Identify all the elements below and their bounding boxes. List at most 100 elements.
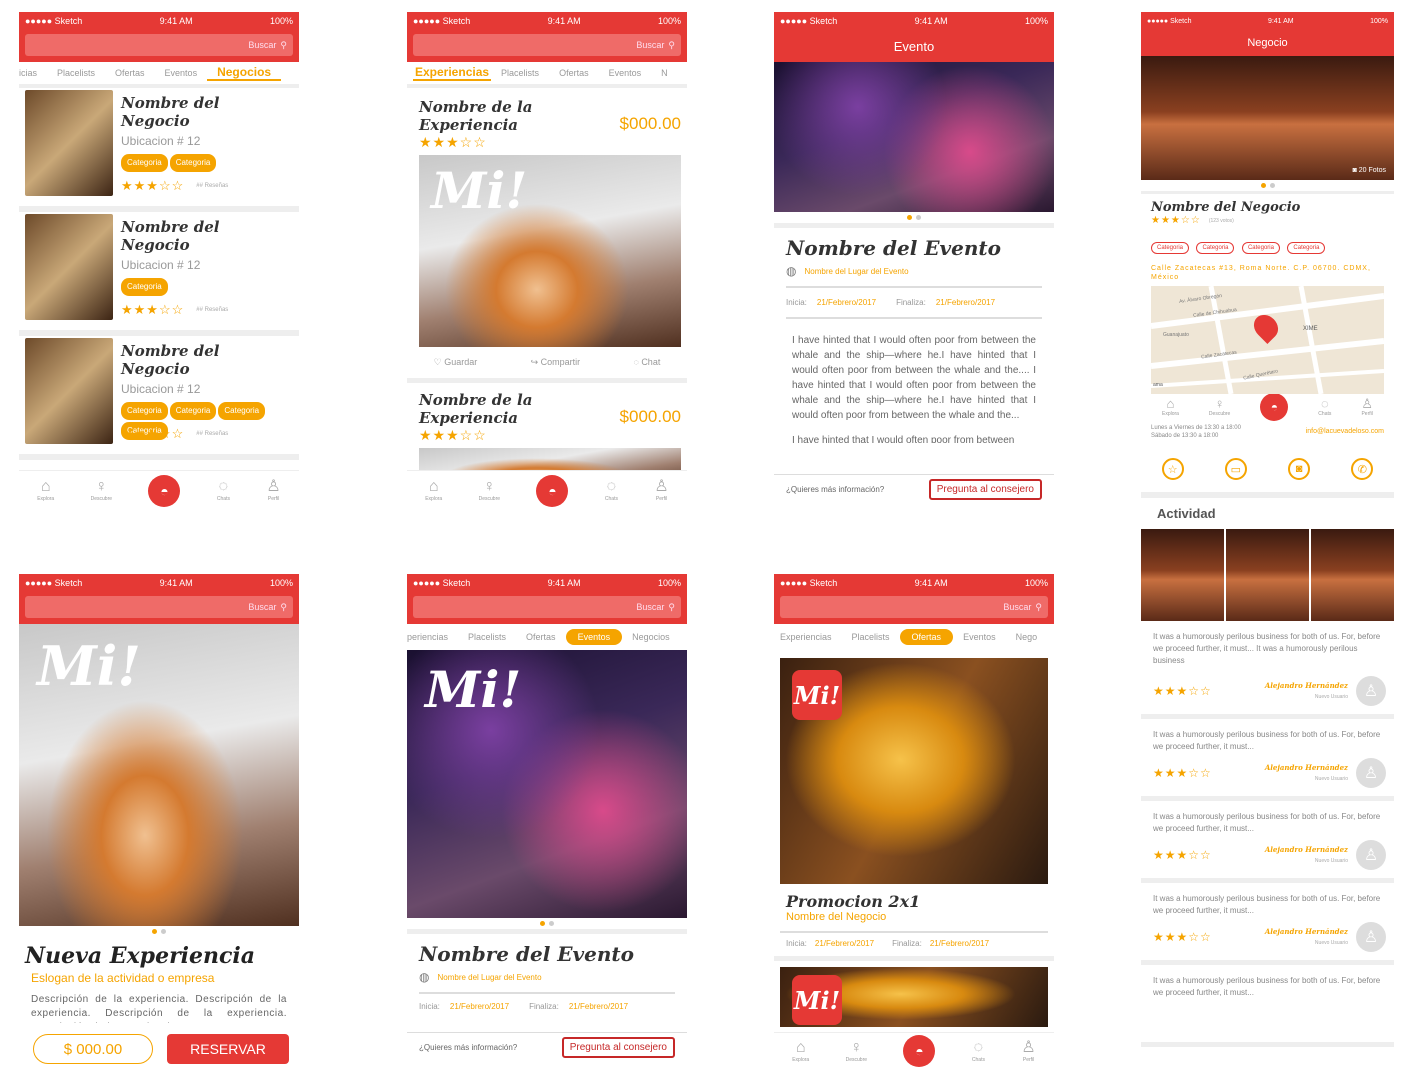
- tab-placelists[interactable]: Placelists: [47, 68, 105, 78]
- tab-negocios[interactable]: Negocios: [622, 632, 680, 642]
- search-input[interactable]: Buscar ⚲: [413, 596, 681, 618]
- lightbulb-icon: ♀: [95, 478, 108, 495]
- tab-negocios[interactable]: Negocios: [207, 65, 282, 81]
- activity-photo[interactable]: [1311, 529, 1394, 621]
- phone-icon[interactable]: ✆: [1351, 458, 1374, 480]
- review-author[interactable]: Alejandro Hernández: [1265, 681, 1348, 690]
- reserve-button[interactable]: RESERVAR: [167, 1034, 289, 1064]
- business-row[interactable]: Nombre del Negocio Ubicacion # 12 Categori…: [19, 88, 299, 212]
- star-icon[interactable]: ☆: [1161, 458, 1184, 480]
- carousel-dots[interactable]: [407, 918, 687, 929]
- offer-card[interactable]: Mi!: [774, 961, 1054, 1027]
- tab-eventos[interactable]: Eventos: [565, 629, 623, 645]
- category-tag[interactable]: Categoria: [169, 154, 217, 172]
- center-action-button[interactable]: ◓: [903, 1035, 936, 1067]
- nav-descubre[interactable]: ♀ Descubre: [479, 479, 500, 503]
- center-action-button[interactable]: ◓: [536, 474, 569, 507]
- price-button[interactable]: $ 000.00: [33, 1034, 153, 1064]
- activity-photo[interactable]: [1226, 529, 1309, 621]
- search-input[interactable]: Buscar ⚲: [25, 596, 293, 618]
- nav-perfil[interactable]: ♙ Perfil: [1021, 1039, 1035, 1063]
- nav-chats[interactable]: ◌ Chats: [1318, 397, 1331, 417]
- nav-descubre[interactable]: ♀ Descubre: [846, 1039, 867, 1063]
- search-input[interactable]: Buscar ⚲: [25, 34, 293, 56]
- nav-chats[interactable]: ◌ Chats: [972, 1039, 985, 1063]
- category-tag[interactable]: Categoria: [169, 402, 217, 420]
- nav-explora[interactable]: ⌂ Explora: [792, 1038, 809, 1063]
- tab-eventos[interactable]: Eventos: [953, 632, 1006, 642]
- tab-experiencias[interactable]: periencias: [407, 632, 458, 642]
- nav-chats[interactable]: ◌ Chats: [217, 479, 230, 503]
- tab-ofertas[interactable]: Ofertas: [549, 68, 599, 78]
- avatar[interactable]: ♙: [1356, 922, 1386, 952]
- tab-ofertas[interactable]: Ofertas: [105, 68, 155, 78]
- nav-explora[interactable]: ⌂ Explora: [1162, 397, 1179, 417]
- tab-eventos[interactable]: Eventos: [599, 68, 652, 78]
- status-bar: ●●●●● Sketch 9:41 AM 100%: [407, 574, 687, 592]
- ask-advisor-button[interactable]: Pregunta al consejero: [928, 479, 1042, 500]
- review-author[interactable]: Alejandro Hernández: [1265, 927, 1348, 936]
- tab-ofertas[interactable]: Ofertas: [899, 629, 954, 645]
- nav-chats[interactable]: ◌ Chats: [605, 479, 618, 503]
- center-action-button[interactable]: ◓: [148, 474, 181, 507]
- nav-perfil[interactable]: ♙ Perfil: [1361, 397, 1373, 417]
- share-button[interactable]: ↪ Compartir: [531, 357, 581, 368]
- tab-experiencias[interactable]: icias: [19, 68, 47, 78]
- photo-count[interactable]: ◙ 20 Fotos: [1353, 167, 1386, 174]
- business-row[interactable]: Nombre del Negocio Ubicacion # 12 Categori…: [19, 336, 299, 460]
- carousel-dots[interactable]: [19, 926, 299, 937]
- nav-descubre[interactable]: ♀ Descubre: [91, 478, 112, 503]
- experience-card[interactable]: Nombre de la Experiencia ★★★☆☆ $000.00 M…: [407, 88, 687, 347]
- map[interactable]: Av. Álvaro Obregón Calle de Chihuahua Gu…: [1151, 286, 1384, 394]
- center-action-button[interactable]: ◓: [1260, 393, 1289, 421]
- search-input[interactable]: Buscar ⚲: [413, 34, 681, 56]
- review-item[interactable]: It was a humorously perilous business fo…: [1141, 621, 1394, 719]
- nav-explora[interactable]: ⌂ Explora: [37, 479, 54, 503]
- home-icon: ⌂: [795, 1038, 806, 1056]
- review-item[interactable]: It was a humorously perilous business fo…: [1141, 965, 1394, 1047]
- review-item[interactable]: It was a humorously perilous business fo…: [1141, 801, 1394, 883]
- nav-perfil[interactable]: ♙ Perfil: [654, 479, 668, 503]
- avatar[interactable]: ♙: [1356, 840, 1386, 870]
- category-tag[interactable]: Categoria: [218, 402, 266, 420]
- carousel-dots[interactable]: [1141, 180, 1394, 191]
- tab-eventos[interactable]: Eventos: [155, 68, 208, 78]
- search-input[interactable]: Buscar ⚲: [780, 596, 1048, 618]
- business-email[interactable]: info@lacuevadeloso.com: [1306, 428, 1384, 440]
- venue-name[interactable]: Nombre del Lugar del Evento: [804, 267, 908, 276]
- tab-experiencias[interactable]: Experiencias: [413, 65, 492, 81]
- review-author[interactable]: Alejandro Hernández: [1265, 845, 1348, 854]
- activity-photo[interactable]: [1141, 529, 1224, 621]
- category-tag[interactable]: Categoria: [121, 154, 168, 172]
- nav-perfil[interactable]: ♙ Perfil: [266, 479, 280, 503]
- venue-name[interactable]: Nombre del Lugar del Evento: [437, 973, 541, 982]
- chat-button[interactable]: ◌ Chat: [633, 357, 660, 368]
- category-tag[interactable]: Categoria: [121, 278, 168, 296]
- nav-explora[interactable]: ⌂ Explora: [425, 479, 442, 503]
- rating-stars: ★★★☆☆: [121, 302, 185, 317]
- business-row[interactable]: Nombre del Negocio Ubicacion # 12 Categori…: [19, 212, 299, 336]
- tab-negocios[interactable]: Nego: [1006, 632, 1048, 642]
- rating-stars: ★★★☆☆: [1153, 930, 1212, 944]
- offer-business[interactable]: Nombre del Negocio: [786, 911, 1048, 923]
- camera-icon[interactable]: ◙: [1288, 458, 1311, 480]
- chat-bubble-icon[interactable]: ▭: [1224, 458, 1247, 480]
- tab-negocios[interactable]: N: [651, 68, 678, 78]
- tab-placelists[interactable]: Placelists: [842, 632, 900, 642]
- tab-experiencias[interactable]: Experiencias: [774, 632, 842, 642]
- tab-placelists[interactable]: Placelists: [491, 68, 549, 78]
- status-bar: ●●●●● Sketch 9:41 AM 100%: [774, 574, 1054, 592]
- ask-advisor-button[interactable]: Pregunta al consejero: [561, 1037, 675, 1058]
- save-button[interactable]: ♡ Guardar: [434, 357, 478, 368]
- review-item[interactable]: It was a humorously perilous business fo…: [1141, 719, 1394, 801]
- category-tag[interactable]: Categoria: [121, 402, 168, 420]
- avatar[interactable]: ♙: [1356, 676, 1386, 706]
- avatar[interactable]: ♙: [1356, 758, 1386, 788]
- tab-placelists[interactable]: Placelists: [458, 632, 516, 642]
- offer-card[interactable]: Mi! Promocion 2x1 Nombre del Negocio Ini…: [774, 650, 1054, 961]
- review-author[interactable]: Alejandro Hernández: [1265, 763, 1348, 772]
- tab-ofertas[interactable]: Ofertas: [516, 632, 566, 642]
- carousel-dots[interactable]: [774, 212, 1054, 223]
- review-item[interactable]: It was a humorously perilous business fo…: [1141, 883, 1394, 965]
- nav-descubre[interactable]: ♀ Descubre: [1209, 397, 1230, 417]
